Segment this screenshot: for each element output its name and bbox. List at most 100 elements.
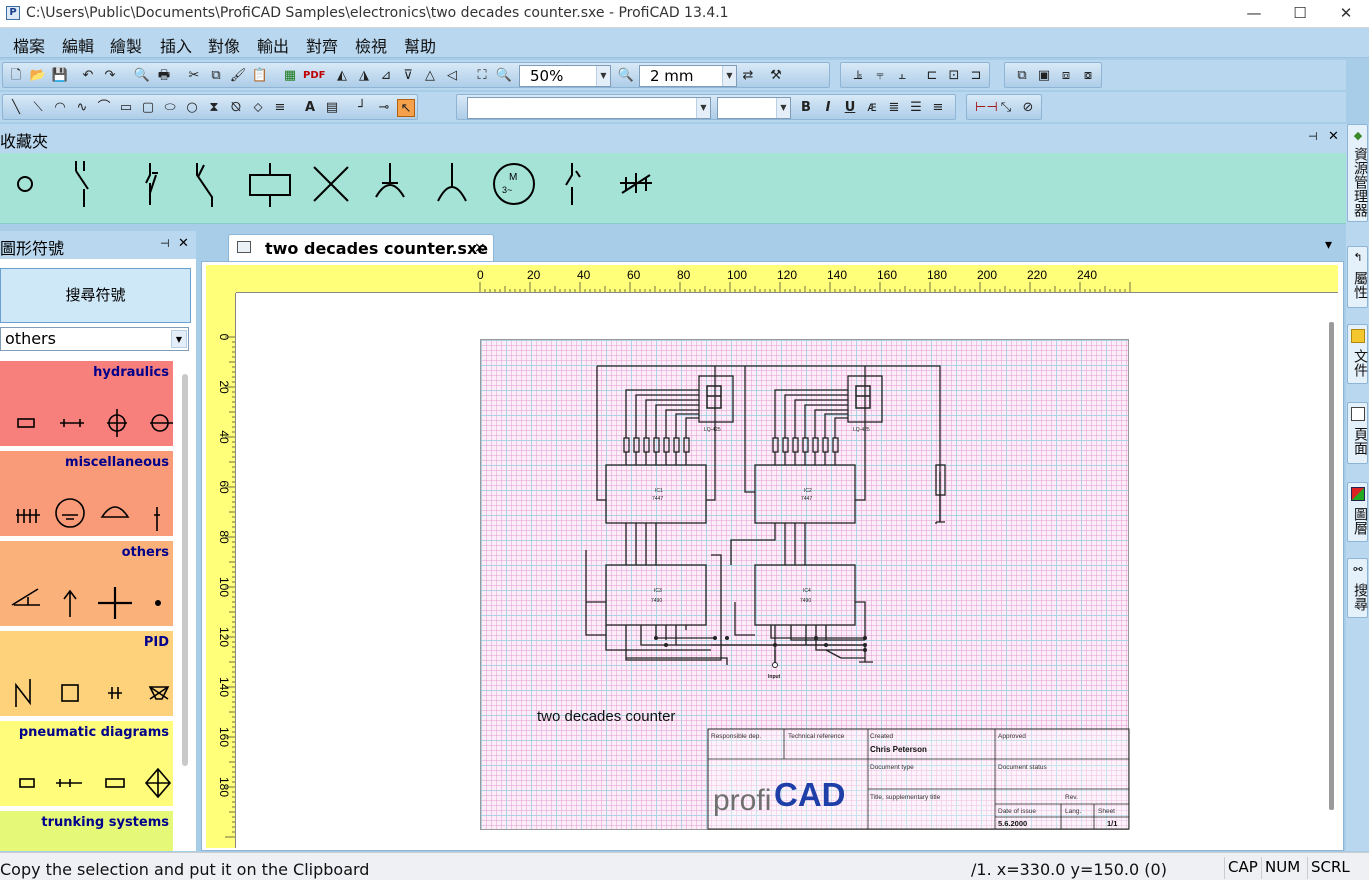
category-hydraulics[interactable]: hydraulics — [0, 361, 173, 446]
tools-icon[interactable]: ⚒ — [767, 67, 785, 85]
underline-icon[interactable]: U — [841, 99, 859, 117]
ungroup-icon[interactable]: ⧇ — [1079, 67, 1097, 85]
align-top-icon[interactable]: ⫠ — [893, 67, 911, 85]
align-center-icon[interactable]: ⊡ — [945, 67, 963, 85]
cut-icon[interactable]: ✂ — [185, 67, 203, 85]
zoom-fit-icon[interactable]: ⛶ — [473, 67, 491, 85]
menu-draw[interactable]: 繪製 — [110, 33, 142, 57]
menu-align[interactable]: 對齊 — [306, 33, 338, 57]
mirror-icon[interactable]: △ — [421, 67, 439, 85]
drawing-sheet[interactable]: IC1 IC2 IC3 IC4 7447 7447 7490 7490 LQ-4… — [480, 339, 1130, 830]
text-align-left-icon[interactable]: ≣ — [885, 99, 903, 117]
tab-close-icon[interactable]: × — [474, 240, 486, 256]
tab-properties[interactable]: ↰ 屬性 — [1347, 246, 1368, 308]
chevron-down-icon[interactable]: ▼ — [776, 98, 790, 118]
font-size-combo[interactable]: ▼ — [717, 97, 791, 119]
zoom-out-icon[interactable]: 🔍 — [617, 67, 635, 85]
rectangle-icon[interactable]: ▭ — [117, 99, 135, 117]
bold-icon[interactable]: B — [797, 99, 815, 117]
circle-icon[interactable]: ○ — [183, 99, 201, 117]
textbox-icon[interactable]: ▤ — [323, 99, 341, 117]
rotate-icon[interactable]: ◁ — [443, 67, 461, 85]
ellipse-icon[interactable]: ⬭ — [161, 99, 179, 117]
line-icon[interactable]: ╲ — [7, 99, 25, 117]
dimension-angle-icon[interactable]: ⤡ — [997, 99, 1015, 117]
pin-icon[interactable]: ⊣ — [1308, 130, 1318, 143]
menu-view[interactable]: 檢視 — [355, 33, 387, 57]
zoom-combo[interactable]: 50% ▼ — [519, 65, 611, 87]
export-image-icon[interactable]: ▦ — [281, 67, 299, 85]
text-align-center-icon[interactable]: ☰ — [907, 99, 925, 117]
rotate-left-icon[interactable]: ◭ — [333, 67, 351, 85]
group-icon[interactable]: ⧈ — [1057, 67, 1075, 85]
tab-explorer[interactable]: ◆ 資源管理器 — [1347, 124, 1368, 222]
export-pdf-icon[interactable]: PDF — [303, 67, 325, 85]
close-button[interactable]: ✕ — [1323, 0, 1369, 28]
lines-icon[interactable]: ≡ — [271, 99, 289, 117]
tab-search[interactable]: ⚯ 搜尋 — [1347, 558, 1368, 618]
paste-icon[interactable]: 📋 — [251, 67, 269, 85]
symbols-scrollbar[interactable] — [182, 374, 188, 766]
arc-icon[interactable]: ◠ — [51, 99, 69, 117]
app-icon[interactable]: P — [6, 6, 20, 20]
text-icon[interactable]: A — [301, 99, 319, 117]
menu-help[interactable]: 幫助 — [404, 33, 436, 57]
align-bottom-icon[interactable]: ⫡ — [849, 67, 867, 85]
bring-front-icon[interactable]: ⧉ — [1013, 67, 1031, 85]
print-icon[interactable]: 🖶 — [155, 67, 173, 85]
grid-size-combo[interactable]: 2 mm ▼ — [639, 65, 737, 87]
no-entry-icon[interactable]: ⊘ — [1019, 99, 1037, 117]
tab-files[interactable]: 文件 — [1347, 324, 1368, 384]
rotate-right-icon[interactable]: ◮ — [355, 67, 373, 85]
flip-vertical-icon[interactable]: ⊽ — [399, 67, 417, 85]
close-icon[interactable]: ✕ — [178, 236, 189, 251]
diamond-icon[interactable]: ⬦ — [249, 99, 267, 117]
chevron-down-icon[interactable]: ▼ — [171, 330, 187, 348]
print-preview-icon[interactable]: 🔍 — [133, 67, 151, 85]
tab-two-decades-counter[interactable]: two decades counter.sxe × — [228, 234, 494, 262]
minimize-button[interactable]: — — [1231, 0, 1277, 28]
chevron-down-icon[interactable]: ▼ — [696, 98, 710, 118]
menu-object[interactable]: 對像 — [208, 33, 240, 57]
search-symbols-button[interactable]: 搜尋符號 — [0, 268, 191, 323]
category-miscellaneous[interactable]: miscellaneous — [0, 451, 173, 536]
chevron-down-icon[interactable]: ▼ — [722, 66, 736, 86]
category-pneumatic-diagrams[interactable]: pneumatic diagrams — [0, 721, 173, 806]
menu-insert[interactable]: 插入 — [160, 33, 192, 57]
italic-icon[interactable]: I — [819, 99, 837, 117]
menu-file[interactable]: 檔案 — [13, 33, 45, 57]
flip-horizontal-icon[interactable]: ⊿ — [377, 67, 395, 85]
junction-icon[interactable]: ⊸ — [375, 99, 393, 117]
pin-icon[interactable]: ⊣ — [160, 237, 170, 250]
align-right-icon[interactable]: ⊐ — [967, 67, 985, 85]
category-trunking-systems[interactable]: trunking systems — [0, 811, 173, 851]
align-middle-icon[interactable]: ⫧ — [871, 67, 889, 85]
curve-icon[interactable]: ∿ — [73, 99, 91, 117]
align-left-icon[interactable]: ⊏ — [923, 67, 941, 85]
bezier-icon[interactable]: ⌒ — [95, 99, 113, 117]
send-back-icon[interactable]: ▣ — [1035, 67, 1053, 85]
menu-edit[interactable]: 編輯 — [62, 33, 94, 57]
tab-list-chevron-icon[interactable]: ▾ — [1325, 237, 1332, 253]
select-arrow-icon[interactable]: ↖ — [397, 99, 415, 117]
swap-icon[interactable]: ⇄ — [739, 67, 757, 85]
category-others[interactable]: others — [0, 541, 173, 626]
ellipse-arc-icon[interactable]: ⦰ — [227, 99, 245, 117]
rounded-rect-icon[interactable]: ▢ — [139, 99, 157, 117]
tab-layers[interactable]: 圖層 — [1347, 482, 1368, 542]
menu-output[interactable]: 輸出 — [257, 33, 289, 57]
wire-icon[interactable]: ┘ — [353, 99, 371, 117]
font-icon[interactable]: ᴁ — [863, 99, 881, 117]
open-icon[interactable]: 📂 — [29, 67, 47, 85]
dimension-icon[interactable]: ⊢⊣ — [975, 99, 998, 117]
category-select[interactable]: others ▼ — [0, 327, 189, 351]
polyline-icon[interactable]: ⟍ — [29, 99, 47, 117]
zoom-in-icon[interactable]: 🔍 — [495, 67, 513, 85]
save-icon[interactable]: 💾 — [51, 67, 69, 85]
new-icon[interactable]: 🗋 — [7, 67, 25, 85]
format-painter-icon[interactable]: 🖌 — [229, 67, 247, 85]
tab-pages[interactable]: 頁面 — [1347, 402, 1368, 464]
chevron-down-icon[interactable]: ▼ — [596, 66, 610, 86]
hourglass-icon[interactable]: ⧗ — [205, 99, 223, 117]
maximize-button[interactable]: ☐ — [1277, 0, 1323, 28]
